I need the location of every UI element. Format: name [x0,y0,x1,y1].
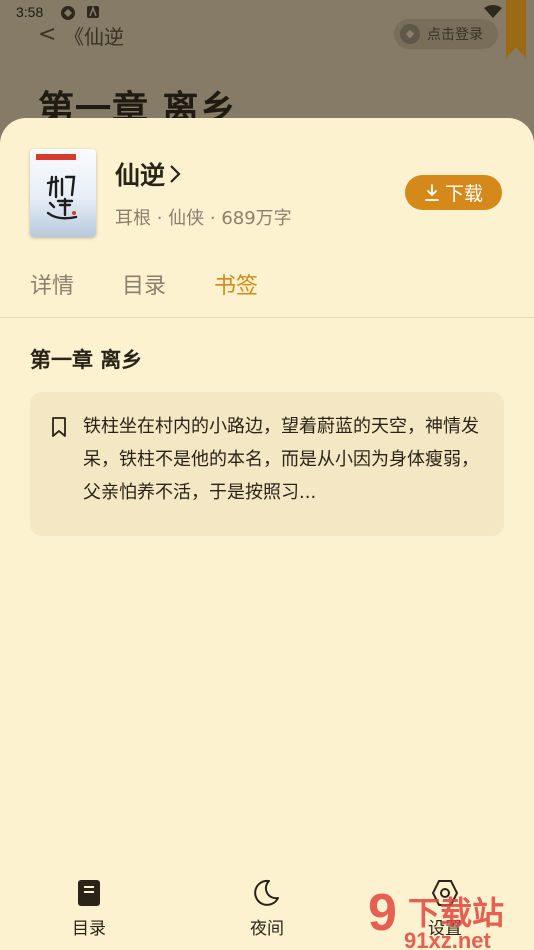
download-button[interactable]: 下载 [405,175,502,210]
tab-details[interactable]: 详情 [30,268,74,300]
login-button[interactable]: ◆ 点击登录 [394,19,498,49]
app-notification-icon [61,6,75,20]
nav-catalog[interactable]: 目录 [44,878,134,939]
moon-icon [254,879,279,906]
status-time: 3:58 [16,4,44,20]
bookmark-card[interactable]: 铁柱坐在村内的小路边，望着蔚蓝的天空，神情发呆，铁柱不是他的本名，而是从小因为身… [30,392,504,536]
cover-calligraphy-graphic [46,175,78,220]
book-title: 仙逆 [115,161,166,190]
book-icon [78,880,100,906]
login-avatar-icon: ◆ [400,24,420,44]
tab-bookmarks[interactable]: 书签 [214,268,258,300]
bookmark-ribbon-icon[interactable] [506,0,526,58]
nav-night-mode[interactable]: 夜间 [222,878,312,939]
login-label: 点击登录 [427,27,483,43]
nav-night-label: 夜间 [250,919,284,939]
cover-publisher-tag [36,154,76,160]
book-meta: 耳根 · 仙侠 · 689万字 [115,208,292,229]
book-cover[interactable] [30,149,96,237]
notification-a-icon [87,5,99,18]
bookmark-chapter-title: 第一章 离乡 [30,348,143,372]
svg-text:下载站: 下载站 [408,894,504,932]
svg-text:91xz.net: 91xz.net [404,928,491,950]
back-button[interactable]: < [38,22,56,47]
book-title-link[interactable]: 仙逆 [115,156,181,192]
chevron-right-icon [170,165,181,183]
tab-catalog[interactable]: 目录 [122,268,166,300]
tabs-divider [0,317,534,318]
download-icon [425,183,439,201]
download-label: 下载 [444,183,483,205]
bookmark-icon [52,417,66,437]
wifi-icon [484,5,502,18]
site-watermark-logo: 9 下载站 91xz.net [368,884,504,950]
sheet-tabs: 详情 目录 书签 [30,268,306,300]
nav-catalog-label: 目录 [72,919,106,939]
book-info-sheet: 仙逆 耳根 · 仙侠 · 689万字 下载 详情 目录 书签 第一章 离乡 铁柱… [0,118,534,950]
reader-book-title: 《仙逆 [64,25,124,49]
bookmark-excerpt: 铁柱坐在村内的小路边，望着蔚蓝的天空，神情发呆，铁柱不是他的本名，而是从小因为身… [83,416,479,503]
svg-text:9: 9 [368,884,397,942]
